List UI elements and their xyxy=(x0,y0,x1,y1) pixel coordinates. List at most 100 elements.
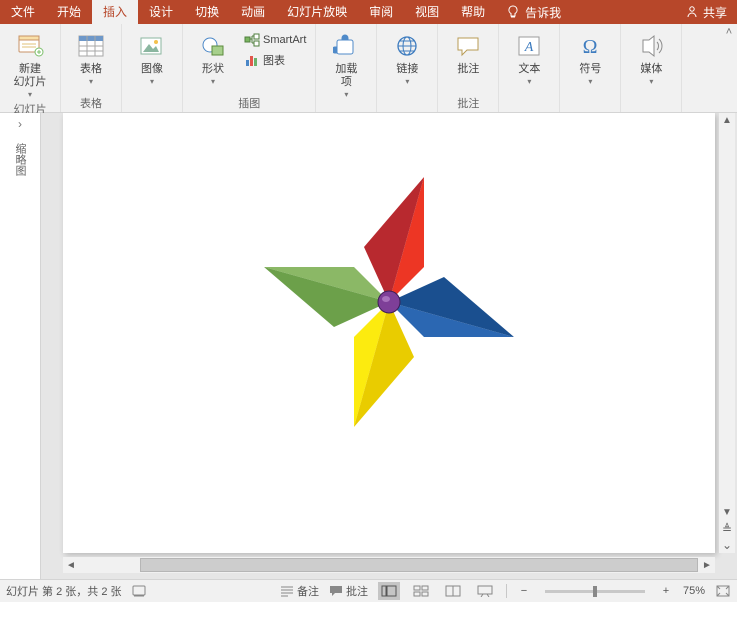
dropdown-icon: ▾ xyxy=(28,90,32,99)
dropdown-icon: ▾ xyxy=(649,77,653,86)
new-slide-icon xyxy=(15,31,45,61)
text-icon: A xyxy=(514,31,544,61)
text-label: 文本 xyxy=(518,63,540,76)
media-icon xyxy=(636,31,666,61)
language-icon[interactable] xyxy=(132,584,146,598)
images-label: 图像 xyxy=(141,63,163,76)
slide-counter: 幻灯片 第 2 张，共 2 张 xyxy=(6,583,122,599)
slideshow-view-button[interactable] xyxy=(474,582,496,600)
symbol-button[interactable]: Ω 符号 ▾ xyxy=(566,29,614,88)
tab-design[interactable]: 设计 xyxy=(138,0,184,24)
addins-label: 加载 项 xyxy=(335,63,357,89)
table-icon xyxy=(76,31,106,61)
share-icon xyxy=(685,5,699,19)
menu-tab-bar: 文件 开始 插入 设计 切换 动画 幻灯片放映 审阅 视图 帮助 告诉我 共享 xyxy=(0,0,737,24)
dropdown-icon: ▾ xyxy=(150,77,154,86)
share-button[interactable]: 共享 xyxy=(675,4,737,21)
dropdown-icon: ▾ xyxy=(405,77,409,86)
chart-icon xyxy=(244,52,260,68)
group-comments-label: 批注 xyxy=(457,95,479,111)
dropdown-icon: ▾ xyxy=(211,77,215,86)
images-icon xyxy=(137,31,167,61)
smartart-label: SmartArt xyxy=(263,34,306,46)
tell-me[interactable]: 告诉我 xyxy=(496,4,571,21)
chart-button[interactable]: 图表 xyxy=(241,51,309,69)
tab-file[interactable]: 文件 xyxy=(0,0,46,24)
horizontal-scrollbar[interactable]: ◄ ► xyxy=(63,557,715,573)
tab-slideshow[interactable]: 幻灯片放映 xyxy=(276,0,358,24)
symbol-label: 符号 xyxy=(579,63,601,76)
status-bar: 幻灯片 第 2 张，共 2 张 备注 批注 − + 75% xyxy=(0,579,737,602)
workspace: › 缩略图 xyxy=(0,113,737,579)
normal-view-button[interactable] xyxy=(378,582,400,600)
hscroll-thumb[interactable] xyxy=(140,558,698,572)
zoom-slider[interactable] xyxy=(545,590,645,593)
zoom-out-button[interactable]: − xyxy=(517,585,531,597)
comment-label: 批注 xyxy=(457,63,479,76)
tab-view[interactable]: 视图 xyxy=(404,0,450,24)
thumbnails-label: 缩略图 xyxy=(12,143,28,176)
reading-view-button[interactable] xyxy=(442,582,464,600)
link-button[interactable]: 链接 ▾ xyxy=(383,29,431,88)
tell-me-label: 告诉我 xyxy=(525,4,561,21)
smartart-icon xyxy=(244,32,260,48)
zoom-in-button[interactable]: + xyxy=(659,585,673,597)
vertical-scrollbar[interactable]: ▲ ▼ ≜ ⌄ xyxy=(719,113,735,553)
comment-button[interactable]: 批注 xyxy=(444,29,492,78)
tab-animations[interactable]: 动画 xyxy=(230,0,276,24)
addins-icon xyxy=(331,31,361,61)
dropdown-icon: ▾ xyxy=(89,77,93,86)
tab-help[interactable]: 帮助 xyxy=(450,0,496,24)
dropdown-icon: ▾ xyxy=(344,90,348,99)
comments-label: 批注 xyxy=(346,583,368,599)
tab-transitions[interactable]: 切换 xyxy=(184,0,230,24)
addins-button[interactable]: 加载 项 ▾ xyxy=(322,29,370,101)
group-illustrations-label: 插图 xyxy=(238,95,260,111)
shapes-button[interactable]: 形状 ▾ xyxy=(189,29,237,88)
prev-slide-icon[interactable]: ≜ xyxy=(719,521,735,537)
scroll-down-icon[interactable]: ▼ xyxy=(719,505,735,521)
notes-label: 备注 xyxy=(297,583,319,599)
comments-button[interactable]: 批注 xyxy=(329,583,368,599)
pinwheel-shape[interactable] xyxy=(239,152,539,452)
link-icon xyxy=(392,31,422,61)
images-button[interactable]: 图像 ▾ xyxy=(128,29,176,88)
table-label: 表格 xyxy=(80,63,102,76)
svg-text:A: A xyxy=(524,40,534,55)
tab-review[interactable]: 审阅 xyxy=(358,0,404,24)
share-label: 共享 xyxy=(703,4,727,21)
svg-text:Ω: Ω xyxy=(583,36,598,58)
notes-button[interactable]: 备注 xyxy=(280,583,319,599)
next-slide-icon[interactable]: ⌄ xyxy=(719,537,735,553)
media-button[interactable]: 媒体 ▾ xyxy=(627,29,675,88)
shapes-icon xyxy=(198,31,228,61)
zoom-percent[interactable]: 75% xyxy=(683,585,705,597)
slide-canvas[interactable] xyxy=(63,113,715,553)
text-button[interactable]: A 文本 ▾ xyxy=(505,29,553,88)
bulb-icon xyxy=(506,5,520,19)
thumbnails-pane[interactable]: › 缩略图 xyxy=(0,113,41,579)
fit-to-window-button[interactable] xyxy=(715,584,731,598)
group-tables-label: 表格 xyxy=(80,95,102,111)
new-slide-label: 新建 幻灯片 xyxy=(14,63,47,89)
tab-home[interactable]: 开始 xyxy=(46,0,92,24)
dropdown-icon: ▾ xyxy=(527,77,531,86)
scroll-up-icon[interactable]: ▲ xyxy=(719,113,735,129)
group-images-label xyxy=(150,99,153,111)
scroll-right-icon[interactable]: ► xyxy=(699,560,715,571)
comment-icon xyxy=(453,31,483,61)
shapes-label: 形状 xyxy=(202,63,224,76)
slide-sorter-button[interactable] xyxy=(410,582,432,600)
dropdown-icon: ▾ xyxy=(588,77,592,86)
scroll-left-icon[interactable]: ◄ xyxy=(63,560,79,571)
expand-thumbnails-icon[interactable]: › xyxy=(0,113,40,135)
smartart-button[interactable]: SmartArt xyxy=(241,31,309,49)
tab-insert[interactable]: 插入 xyxy=(92,0,138,24)
table-button[interactable]: 表格 ▾ xyxy=(67,29,115,88)
symbol-icon: Ω xyxy=(575,31,605,61)
new-slide-button[interactable]: 新建 幻灯片 ▾ xyxy=(6,29,54,101)
media-label: 媒体 xyxy=(640,63,662,76)
ribbon-insert: 新建 幻灯片 ▾ 幻灯片 表格 ▾ 表格 图像 ▾ xyxy=(0,24,737,113)
collapse-ribbon-icon[interactable]: ˄ xyxy=(726,26,732,38)
chart-label: 图表 xyxy=(263,52,285,68)
